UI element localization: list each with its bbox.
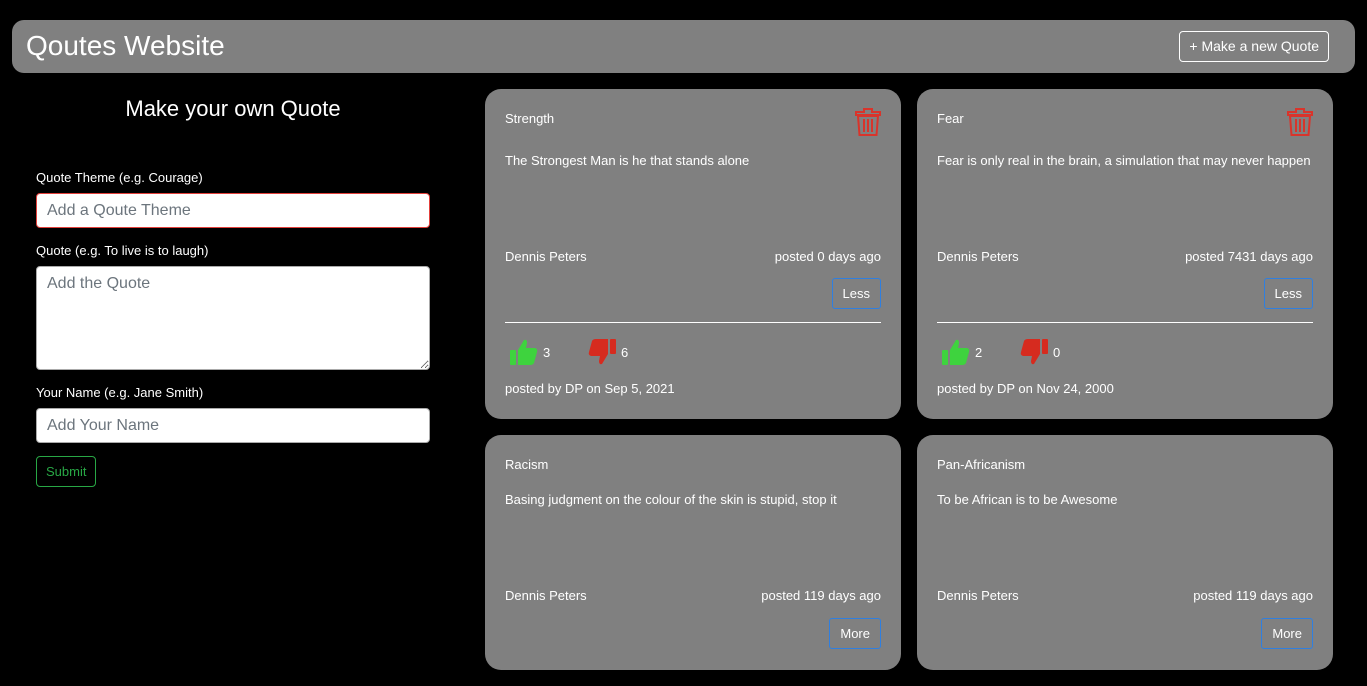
submit-button[interactable]: Submit (36, 456, 97, 487)
quote-text: Basing judgment on the colour of the ski… (505, 492, 837, 507)
less-button[interactable]: Less (1263, 278, 1313, 309)
quote-text-input[interactable] (36, 266, 430, 370)
quote-text-label: Quote (e.g. To live is to laugh) (36, 243, 209, 258)
thumbs-up-icon (942, 339, 970, 365)
less-button[interactable]: Less (831, 278, 881, 309)
quote-author: Dennis Peters (505, 249, 587, 264)
quote-theme: Fear (937, 111, 964, 126)
quote-theme: Racism (505, 457, 549, 472)
dislike-count: 6 (621, 344, 629, 360)
quote-age: posted 0 days ago (774, 249, 881, 264)
quote-theme: Pan-Africanism (937, 457, 1026, 472)
quote-card: Fear Fear is only real in the brain, a s… (917, 89, 1333, 419)
posted-by: posted by DP on Sep 5, 2021 (505, 381, 675, 396)
quote-age: posted 119 days ago (1193, 588, 1313, 603)
quote-theme: Strength (505, 111, 555, 126)
dislike-button[interactable]: 0 (1019, 337, 1060, 367)
navbar: Qoutes Website + Make a new Quote (12, 20, 1355, 73)
author-name-label: Your Name (e.g. Jane Smith) (36, 385, 204, 400)
quote-author: Dennis Peters (937, 249, 1019, 264)
quote-text: To be African is to be Awesome (937, 492, 1118, 507)
like-count: 3 (543, 344, 551, 360)
quote-theme-label: Quote Theme (e.g. Courage) (36, 170, 203, 185)
divider (937, 322, 1313, 323)
quote-author: Dennis Peters (937, 588, 1019, 603)
author-name-input[interactable] (36, 408, 430, 443)
quote-age: posted 7431 days ago (1185, 249, 1313, 264)
dislike-count: 0 (1053, 344, 1061, 360)
like-button[interactable]: 2 (941, 337, 982, 367)
dislike-button[interactable]: 6 (587, 337, 628, 367)
trash-icon[interactable] (855, 108, 881, 136)
make-new-quote-button[interactable]: + Make a new Quote (1179, 31, 1329, 62)
site-title[interactable]: Qoutes Website (26, 30, 225, 62)
quote-card: Pan-Africanism To be African is to be Aw… (917, 435, 1333, 670)
thumbs-down-icon (588, 339, 616, 365)
quote-card: Racism Basing judgment on the colour of … (485, 435, 901, 670)
thumbs-down-icon (1020, 339, 1048, 365)
quote-card: Strength The Strongest Man is he that st… (485, 89, 901, 419)
quote-text: Fear is only real in the brain, a simula… (937, 153, 1311, 168)
thumbs-up-icon (510, 339, 538, 365)
quote-text: The Strongest Man is he that stands alon… (505, 153, 750, 168)
quote-author: Dennis Peters (505, 588, 587, 603)
form-title: Make your own Quote (125, 96, 341, 121)
more-button[interactable]: More (829, 618, 881, 649)
trash-icon[interactable] (1287, 108, 1313, 136)
more-button[interactable]: More (1261, 618, 1313, 649)
quote-theme-input[interactable] (36, 193, 430, 228)
posted-by: posted by DP on Nov 24, 2000 (937, 381, 1114, 396)
divider (505, 322, 881, 323)
like-count: 2 (975, 344, 983, 360)
like-button[interactable]: 3 (509, 337, 550, 367)
quote-age: posted 119 days ago (761, 588, 881, 603)
